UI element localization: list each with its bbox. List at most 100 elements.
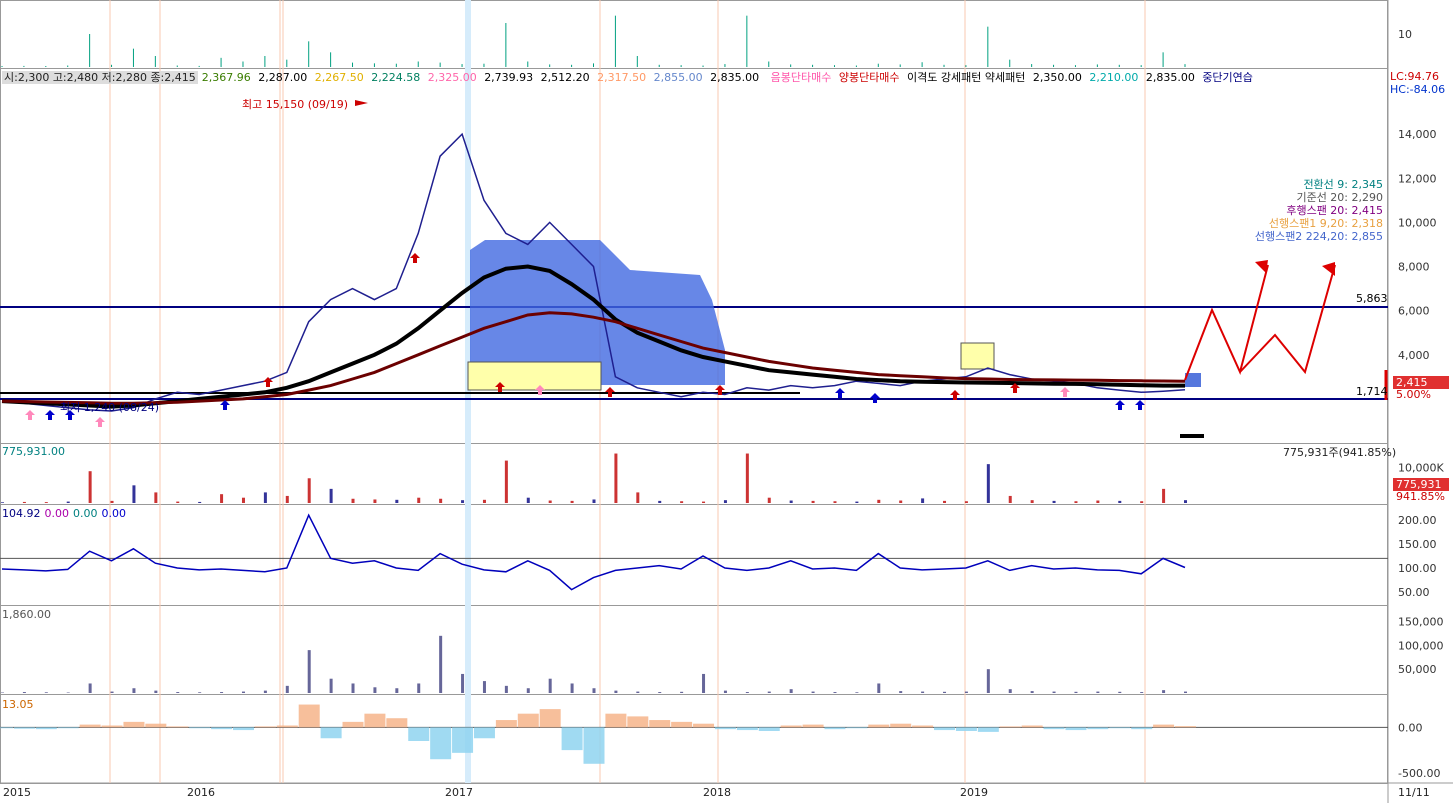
osc-bar — [0, 727, 13, 729]
amount-y-tick: 150,000 — [1398, 616, 1444, 629]
volume-bar — [395, 499, 399, 503]
volume-bar — [526, 497, 530, 503]
panel-frame — [0, 694, 1388, 784]
volume-bar — [767, 497, 771, 503]
x-label-2016: 2016 — [187, 786, 215, 799]
osc-bar — [693, 723, 715, 728]
ma-value-9: 2,835.00 — [710, 71, 763, 84]
amount-bar — [570, 683, 574, 693]
osc-bar — [714, 727, 736, 730]
disparity-y-tick: 50.00 — [1398, 586, 1430, 599]
range-box — [467, 361, 602, 391]
osc-bar — [912, 725, 934, 728]
chart-canvas: 10 4,000 6,000 8,000 10,000 12,000 14,000 10,00… — [0, 0, 1453, 803]
amount-bar — [285, 685, 289, 693]
amount-y-tick: 50,000 — [1398, 663, 1437, 676]
osc-bar — [101, 725, 123, 728]
disparity-d: 0.00 — [101, 507, 127, 520]
osc-bar — [320, 727, 342, 739]
amount-bar — [1140, 692, 1144, 693]
volume-bar — [1118, 500, 1122, 503]
amount-bar — [723, 690, 727, 693]
hc-label: HC:-84.06 — [1390, 83, 1446, 96]
x-label-2017: 2017 — [445, 786, 473, 799]
ma-value-4: 2,325.00 — [427, 71, 481, 84]
osc-bar — [780, 725, 802, 728]
osc-bar — [583, 727, 605, 764]
osc-bar — [868, 724, 890, 728]
volume-bar — [329, 488, 333, 503]
signal-arrow — [1135, 400, 1145, 410]
osc-bar — [1021, 725, 1043, 728]
osc-bar — [846, 727, 868, 729]
osc-bar — [1087, 727, 1109, 730]
osc-bar — [1109, 727, 1131, 729]
amount-bar — [307, 650, 311, 693]
volume-bar — [636, 492, 640, 503]
main-header: 시:2,300 고:2,480 저:2,280 종:2,415 2,367.96 … — [2, 71, 1261, 85]
amount-bar — [680, 691, 684, 693]
volume-bar — [110, 500, 114, 503]
osc-bar — [430, 727, 452, 760]
osc-bar — [1175, 726, 1196, 728]
signal-arrow — [835, 388, 845, 398]
amount-bar — [877, 683, 881, 693]
amount-bar — [461, 673, 465, 693]
signal-1: 양봉단타매수 — [838, 71, 904, 84]
osc-bar — [802, 724, 824, 728]
price-y-tick: 10,000 — [1398, 216, 1437, 229]
amount-bar — [789, 689, 793, 693]
osc-label: 13.05 — [2, 698, 34, 711]
osc-bar — [736, 727, 758, 731]
amount-bar — [548, 678, 552, 693]
volume-bar — [1096, 500, 1100, 503]
amount-bar — [964, 691, 968, 693]
panel-frame — [0, 504, 1388, 606]
volume-bar — [373, 499, 377, 503]
amount-bar — [767, 691, 771, 693]
volume-bar — [570, 500, 574, 503]
amount-bar — [1008, 689, 1012, 693]
event-band — [465, 0, 471, 783]
volume-pct: 941.85% — [1396, 490, 1445, 503]
volume-bar — [176, 501, 180, 503]
ma-value-5: 2,739.93 — [484, 71, 537, 84]
osc-bar — [167, 726, 189, 728]
signal-arrow — [45, 410, 55, 420]
amount-bar — [504, 685, 508, 693]
amount-bar — [220, 692, 224, 693]
osc-bar — [671, 721, 693, 728]
pct-label: 5.00% — [1396, 388, 1431, 401]
volume-bar — [986, 464, 990, 503]
volume-bar — [439, 498, 443, 503]
osc-bar — [890, 723, 912, 728]
osc-bar — [298, 704, 320, 728]
osc-bar — [1131, 727, 1153, 730]
high-annotation: 최고 15,150 (09/19) — [242, 98, 349, 111]
amount-bar — [373, 687, 377, 693]
osc-bar — [539, 709, 561, 728]
amount-bar — [1096, 691, 1100, 693]
volume-bar — [1162, 488, 1166, 503]
volume-bar — [548, 500, 552, 503]
osc-bar — [13, 727, 35, 729]
amount-bar — [614, 690, 618, 693]
amount-bar — [482, 681, 486, 693]
osc-bar — [627, 716, 649, 728]
osc-bar — [517, 713, 539, 728]
amount-bar — [154, 690, 158, 693]
volume-bar — [220, 494, 224, 503]
osc-bar — [1043, 727, 1065, 730]
signal-2: 이격도 강세패턴 약세패턴 — [907, 71, 1029, 84]
volume-bar — [132, 485, 136, 503]
amount-bar — [395, 688, 399, 693]
lc-label: LC:94.76 — [1390, 70, 1440, 83]
amount-bar — [1030, 691, 1034, 693]
volume-bar — [22, 501, 26, 503]
disparity-y-tick: 100.00 — [1398, 562, 1437, 575]
volume-bar — [1184, 500, 1187, 503]
osc-bar — [452, 727, 474, 753]
ma-value-8: 2,855.00 — [653, 71, 707, 84]
signal-arrow — [870, 393, 880, 403]
volume-bar — [198, 501, 202, 503]
